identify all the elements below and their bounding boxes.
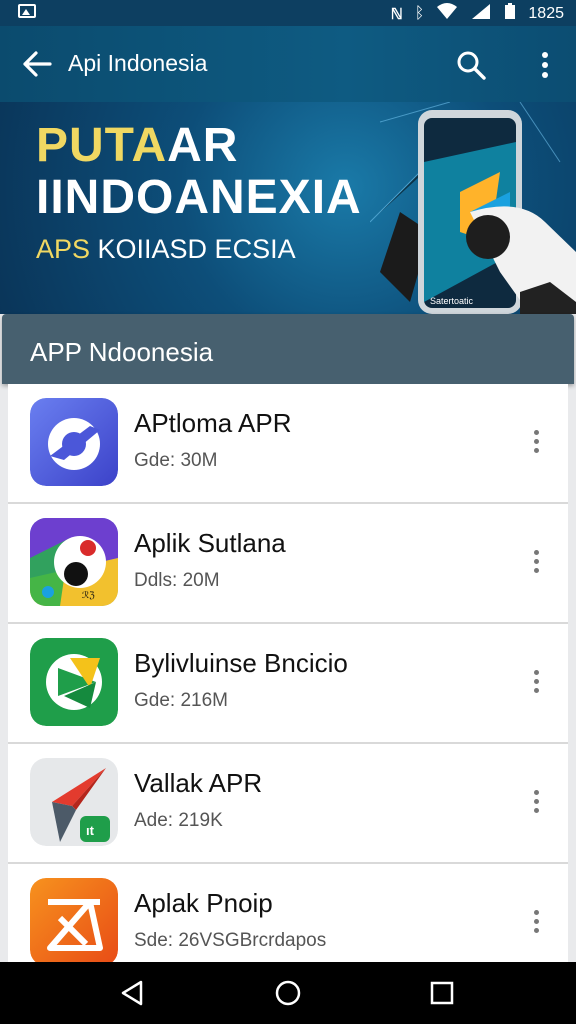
orange-triangle-app-icon <box>30 878 118 966</box>
promo-banner[interactable]: PUTAAR IINDOANEXIA APS KOIIASD ECSIA Sat… <box>0 102 576 314</box>
phone-illustration: Satertoatic <box>370 102 576 314</box>
app-size: Sde: 26VSGBrcrdapos <box>134 930 327 951</box>
app-size: Ade: 219K <box>134 810 223 831</box>
app-size: Gde: 30M <box>134 450 218 471</box>
gallery-notification-icon <box>18 4 36 18</box>
app-size: Ddls: 20M <box>134 570 220 591</box>
svg-text:Satertoatic: Satertoatic <box>430 296 474 306</box>
app-size: Gde: 216M <box>134 690 228 711</box>
list-item[interactable]: Bylivluinse Bncicio Gde: 216M <box>8 624 568 744</box>
svg-text:ıt: ıt <box>86 823 95 838</box>
item-more-icon[interactable] <box>530 550 542 576</box>
recents-square-icon[interactable] <box>427 978 457 1008</box>
bluetooth-icon: ᛒ <box>414 4 425 22</box>
green-play-app-icon <box>30 638 118 726</box>
svg-text:ℛℨ: ℛℨ <box>82 590 95 600</box>
item-more-icon[interactable] <box>530 790 542 816</box>
overflow-menu-icon[interactable] <box>533 50 557 80</box>
colorful-ball-app-icon: ℛℨ <box>30 518 118 606</box>
home-circle-icon[interactable] <box>273 978 303 1008</box>
search-icon[interactable] <box>456 50 486 80</box>
system-nav-bar <box>0 962 576 1024</box>
back-triangle-icon[interactable] <box>117 978 147 1008</box>
app-bar: Api Indonesia <box>0 26 576 102</box>
app-list: APtloma APR Gde: 30M ℛℨ Aplik Sutlana Dd… <box>8 384 568 984</box>
red-arrow-app-icon: ıt <box>30 758 118 846</box>
app-name: APtloma APR <box>134 408 292 438</box>
page-title: Api Indonesia <box>68 50 208 76</box>
app-name: Aplak Pnoip <box>134 888 273 918</box>
list-item[interactable]: APtloma APR Gde: 30M <box>8 384 568 504</box>
banner-line-3: APS KOIIASD ECSIA <box>36 234 296 264</box>
status-icons: ℕ ᛒ 1825 <box>391 2 564 25</box>
nfc-icon: ℕ <box>390 5 403 23</box>
signal-icon <box>470 2 492 25</box>
blue-dash-app-icon <box>30 398 118 486</box>
app-name: Vallak APR <box>134 768 263 798</box>
banner-line-1: PUTAAR <box>36 119 239 172</box>
item-more-icon[interactable] <box>530 430 542 456</box>
item-more-icon[interactable] <box>530 910 542 936</box>
list-item[interactable]: ℛℨ Aplik Sutlana Ddls: 20M <box>8 504 568 624</box>
app-name: Bylivluinse Bncicio <box>134 648 348 678</box>
status-bar: ℕ ᛒ 1825 <box>0 0 576 26</box>
banner-line-2: IINDOANEXIA <box>36 171 362 224</box>
app-name: Aplik Sutlana <box>134 528 286 558</box>
list-item[interactable]: ıt Vallak APR Ade: 219K <box>8 744 568 864</box>
item-more-icon[interactable] <box>530 670 542 696</box>
back-arrow-icon[interactable] <box>22 50 52 78</box>
section-title: APP Ndoonesia <box>30 337 214 367</box>
battery-icon <box>504 2 516 25</box>
section-header: APP Ndoonesia <box>2 314 574 384</box>
wifi-icon <box>436 2 458 25</box>
clock: 1825 <box>528 4 564 22</box>
